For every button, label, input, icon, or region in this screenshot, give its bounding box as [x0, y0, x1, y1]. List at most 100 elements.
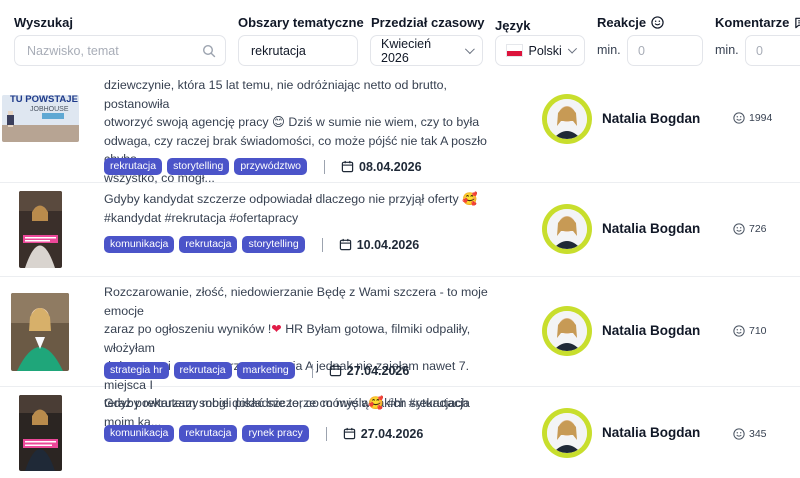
- post-meta: rekrutacja storytelling przywództwo 08.0…: [104, 158, 422, 175]
- reactions-count: 726: [733, 223, 767, 235]
- post-date: 08.04.2026: [341, 160, 422, 174]
- comment-icon: [795, 17, 800, 29]
- topics-input[interactable]: rekrutacja: [238, 35, 358, 66]
- thumbnail-image: [19, 395, 62, 471]
- chevron-down-icon: [567, 44, 577, 54]
- reactions-label: Reakcje: [597, 15, 647, 30]
- post-thumbnail[interactable]: TU POWSTAJE JOBHOUSE: [2, 95, 79, 142]
- comments-label: Komentarze: [715, 15, 790, 30]
- reactions-value: 710: [749, 325, 767, 337]
- post-date-value: 27.04.2026: [346, 363, 410, 378]
- tag[interactable]: rynek pracy: [242, 425, 309, 442]
- topics-value: rekrutacja: [251, 43, 306, 58]
- post-meta: komunikacja rekrutacja rynek pracy 27.04…: [104, 425, 423, 442]
- language-value: Polski: [528, 43, 562, 58]
- author-name[interactable]: Natalia Bogdan: [602, 323, 700, 338]
- calendar-icon: [341, 160, 354, 173]
- calendar-icon: [339, 238, 351, 251]
- tag[interactable]: rekrutacja: [104, 158, 163, 175]
- tag[interactable]: komunikacja: [104, 236, 175, 253]
- post-text-line: zaraz po ogłoszeniu wyników !❤ HR Byłam …: [104, 320, 502, 357]
- post-thumbnail[interactable]: [19, 191, 62, 268]
- tag[interactable]: komunikacja: [104, 425, 175, 442]
- comments-label-group: Komentarze: [715, 15, 800, 30]
- smiley-icon: [651, 16, 664, 29]
- post-thumbnail[interactable]: [19, 395, 62, 471]
- reactions-min-label: min.: [597, 43, 621, 57]
- reactions-value: 345: [749, 428, 767, 440]
- heart-icon: ❤: [271, 322, 282, 336]
- author-name[interactable]: Natalia Bogdan: [602, 425, 700, 440]
- author-name[interactable]: Natalia Bogdan: [602, 111, 700, 126]
- post-thumbnail[interactable]: [11, 293, 69, 371]
- filter-bar: Wyszukaj Nazwisko, temat Obszary tematyc…: [0, 0, 800, 84]
- search-input[interactable]: Nazwisko, temat: [14, 35, 226, 66]
- post-text-line: dziewczynie, która 15 lat temu, nie odró…: [104, 78, 447, 111]
- post-meta: strategia hr rekrutacja marketing 27.04.…: [104, 362, 409, 379]
- calendar-icon: [343, 427, 355, 440]
- avatar[interactable]: [542, 204, 592, 254]
- post-text-line: #kandydat #rekrutacja #ofertapracy: [104, 210, 299, 225]
- post-text-fragment: zaraz po ogłoszeniu wyników !: [104, 322, 272, 336]
- smiley-icon: [733, 223, 745, 235]
- reactions-value: 726: [749, 223, 767, 235]
- reactions-count: 710: [733, 325, 767, 337]
- tag[interactable]: rekrutacja: [179, 236, 238, 253]
- chevron-down-icon: [465, 44, 475, 54]
- topics-label: Obszary tematyczne: [238, 15, 364, 30]
- post-date: 27.04.2026: [343, 426, 424, 441]
- tag[interactable]: rekrutacja: [173, 362, 232, 379]
- search-icon[interactable]: [202, 44, 216, 58]
- post-text: Gdyby kandydat szczerze odpowiadał dlacz…: [104, 190, 502, 227]
- search-label: Wyszukaj: [14, 15, 74, 30]
- post-row[interactable]: Gdyby rekruterzy mogli pisać szczerze co…: [0, 387, 800, 478]
- search-placeholder: Nazwisko, temat: [27, 43, 119, 58]
- post-row[interactable]: Rozczarowanie, złość, niedowierzanie Będ…: [0, 277, 800, 429]
- post-text-line: Gdyby kandydat szczerze odpowiadał dlacz…: [104, 192, 478, 206]
- divider: [324, 159, 326, 174]
- date-range-label: Przedział czasowy: [371, 15, 485, 30]
- reactions-label-group: Reakcje: [597, 15, 664, 30]
- avatar[interactable]: [542, 94, 592, 144]
- thumbnail-caption: TU POWSTAJE: [10, 95, 78, 105]
- thumbnail-image: [19, 191, 62, 268]
- language-label: Język: [495, 18, 531, 33]
- tag[interactable]: przywództwo: [234, 158, 308, 175]
- tag[interactable]: marketing: [236, 362, 295, 379]
- post-date: 10.04.2026: [339, 237, 420, 252]
- comments-min-input[interactable]: 0: [745, 35, 800, 66]
- reactions-count: 345: [733, 428, 767, 440]
- post-text-line: otworzyć swoją agencję pracy 😊 Dziś w su…: [104, 115, 480, 129]
- post-row[interactable]: Gdyby kandydat szczerze odpowiadał dlacz…: [0, 183, 800, 277]
- avatar[interactable]: [542, 306, 592, 356]
- smiley-icon: [733, 112, 745, 124]
- avatar[interactable]: [542, 408, 592, 458]
- language-select[interactable]: Polski: [495, 35, 585, 66]
- author-name[interactable]: Natalia Bogdan: [602, 221, 700, 236]
- comments-min-placeholder: 0: [756, 43, 763, 58]
- tag[interactable]: rekrutacja: [179, 425, 238, 442]
- post-date-value: 27.04.2026: [360, 426, 424, 441]
- divider: [311, 363, 313, 378]
- post-date: 27.04.2026: [329, 363, 410, 378]
- reactions-min-input[interactable]: 0: [627, 35, 703, 66]
- poland-flag-icon: [506, 44, 524, 57]
- post-text: Gdyby rekruterzy mogli pisać szczerze co…: [104, 394, 502, 413]
- smiley-icon: [733, 325, 745, 337]
- calendar-icon: [329, 364, 341, 377]
- tag[interactable]: storytelling: [242, 236, 305, 253]
- reactions-value: 1994: [749, 112, 773, 124]
- tag[interactable]: storytelling: [167, 158, 230, 175]
- reactions-count: 1994: [733, 112, 772, 124]
- thumbnail-image: [11, 293, 69, 371]
- tag[interactable]: strategia hr: [104, 362, 169, 379]
- post-text-line: Rozczarowanie, złość, niedowierzanie Będ…: [104, 285, 488, 318]
- post-text-line: Gdyby rekruterzy mogli pisać szczerze co…: [104, 396, 470, 410]
- divider: [325, 426, 327, 441]
- thumbnail-caption-2: JOBHOUSE: [30, 106, 69, 113]
- date-range-select[interactable]: Kwiecień 2026: [370, 35, 483, 66]
- post-row[interactable]: TU POWSTAJE JOBHOUSE dziewczynie, która …: [0, 78, 800, 185]
- post-date-value: 08.04.2026: [359, 159, 422, 174]
- post-date-value: 10.04.2026: [356, 237, 420, 252]
- divider: [321, 237, 323, 252]
